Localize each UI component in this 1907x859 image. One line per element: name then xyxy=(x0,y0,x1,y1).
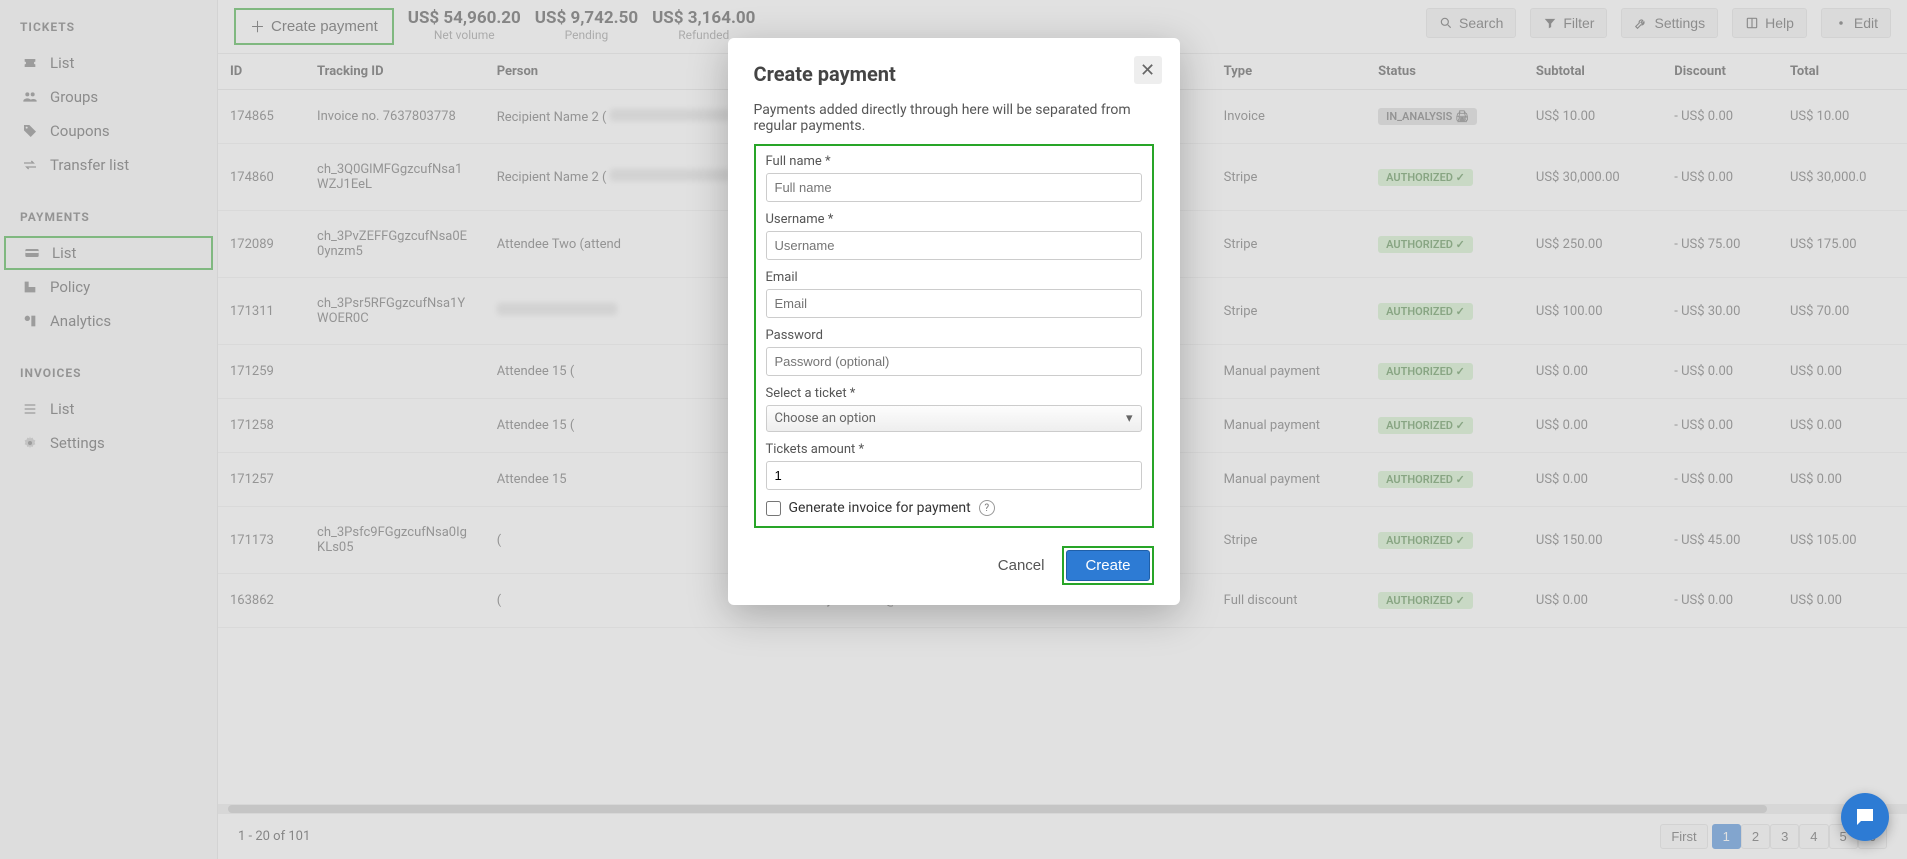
password-label: Password xyxy=(766,328,1142,343)
ticket-select[interactable]: Choose an option ▾ xyxy=(766,405,1142,432)
chevron-down-icon: ▾ xyxy=(1126,411,1133,426)
modal-form: Full name * Username * Email Password Se… xyxy=(754,144,1154,528)
password-input[interactable] xyxy=(766,347,1142,376)
ticket-label: Select a ticket * xyxy=(766,386,1142,401)
email-label: Email xyxy=(766,270,1142,285)
fullname-input[interactable] xyxy=(766,173,1142,202)
modal-description: Payments added directly through here wil… xyxy=(754,102,1154,134)
fullname-label: Full name * xyxy=(766,154,1142,169)
create-payment-modal: Create payment ✕ Payments added directly… xyxy=(728,38,1180,605)
email-input[interactable] xyxy=(766,289,1142,318)
create-button[interactable]: Create xyxy=(1066,550,1149,581)
amount-input[interactable] xyxy=(766,461,1142,490)
username-input[interactable] xyxy=(766,231,1142,260)
chat-icon xyxy=(1853,805,1877,829)
chat-widget[interactable] xyxy=(1841,793,1889,841)
generate-invoice-checkbox[interactable] xyxy=(766,501,781,516)
modal-close-button[interactable]: ✕ xyxy=(1134,56,1162,84)
amount-label: Tickets amount * xyxy=(766,442,1142,457)
modal-title: Create payment xyxy=(754,62,1154,86)
generate-invoice-label: Generate invoice for payment xyxy=(789,500,971,516)
username-label: Username * xyxy=(766,212,1142,227)
ticket-select-value: Choose an option xyxy=(775,411,876,426)
help-icon[interactable]: ? xyxy=(979,500,995,516)
cancel-button[interactable]: Cancel xyxy=(998,557,1045,574)
create-button-highlight: Create xyxy=(1062,546,1153,585)
modal-overlay[interactable]: Create payment ✕ Payments added directly… xyxy=(0,0,1907,859)
close-icon: ✕ xyxy=(1140,60,1155,81)
